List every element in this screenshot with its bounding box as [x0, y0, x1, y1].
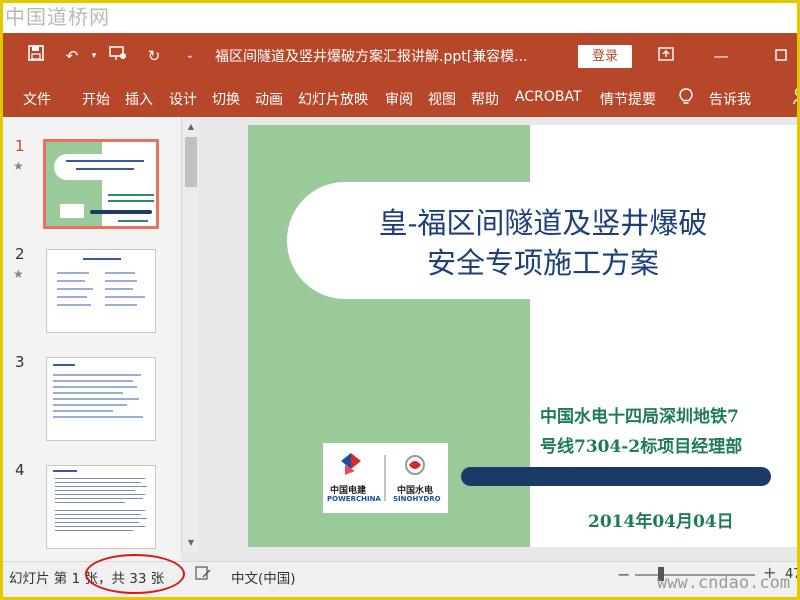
- customize-toolbar-icon[interactable]: ⌄: [179, 45, 201, 67]
- tab-home[interactable]: 开始: [82, 89, 110, 109]
- current-slide[interactable]: 皇-福区间隧道及竖井爆破 安全专项施工方案 中国水电十四局深圳地铁7 号线730…: [248, 125, 797, 547]
- slide-title-line2: 安全专项施工方案: [426, 246, 659, 280]
- slide-title-line1: 皇-福区间隧道及竖井爆破: [378, 206, 708, 240]
- tab-transitions[interactable]: 切换: [212, 89, 240, 109]
- thumbnail-number: 3: [15, 353, 25, 371]
- slide-org-line2: 号线7304-2标项目经理部: [540, 437, 743, 457]
- thumbnail-number: 1: [15, 137, 25, 155]
- thumbnail-slide-1[interactable]: [43, 139, 159, 229]
- scroll-up-icon[interactable]: ▲: [182, 119, 200, 135]
- tab-animations[interactable]: 动画: [255, 89, 283, 109]
- thumbnail-number: 4: [15, 461, 25, 479]
- slide-decorative-bar: [461, 467, 771, 486]
- undo-dropdown-icon[interactable]: ▾: [83, 45, 105, 67]
- company-logo: 中国电建 POWERCHINA 中国水电 SINOHYDRO: [323, 443, 448, 513]
- slide-date: 2014年04月04日: [588, 512, 734, 532]
- tab-view[interactable]: 视图: [428, 89, 456, 109]
- slideshow-start-icon[interactable]: [107, 45, 129, 67]
- ribbon-tabs: 文件 开始 插入 设计 切换 动画 幻灯片放映 审阅 视图 帮助 ACROBAT…: [3, 79, 797, 117]
- logo-right-en: SINOHYDRO: [393, 495, 441, 503]
- slide-org-line1: 中国水电十四局深圳地铁7: [540, 407, 739, 427]
- scroll-down-icon[interactable]: ▼: [182, 535, 200, 551]
- scrollbar-thumb[interactable]: [185, 137, 197, 187]
- tab-slideshow[interactable]: 幻灯片放映: [298, 89, 368, 109]
- thumbnail-slide-4[interactable]: [46, 465, 156, 549]
- thumbnail-number: 2: [15, 245, 25, 263]
- tab-design[interactable]: 设计: [169, 89, 197, 109]
- undo-icon[interactable]: ↶: [61, 45, 83, 67]
- zoom-out-icon[interactable]: −: [617, 565, 630, 584]
- person-icon[interactable]: [793, 87, 797, 109]
- redo-icon[interactable]: ↻: [143, 45, 165, 67]
- tab-acrobat[interactable]: ACROBAT: [515, 89, 582, 105]
- lightbulb-icon[interactable]: [679, 88, 693, 110]
- animation-star-icon: ★: [13, 267, 24, 281]
- language-indicator[interactable]: 中文(中国): [231, 567, 296, 587]
- logo-left-en: POWERCHINA: [327, 495, 381, 503]
- tab-insert[interactable]: 插入: [125, 89, 153, 109]
- ribbon-display-options-icon[interactable]: [654, 44, 678, 68]
- slide-thumbnails-pane: 1 ★ 2 ★ 3 4: [3, 117, 181, 561]
- animation-star-icon: ★: [13, 159, 24, 173]
- highlight-circle: [85, 554, 185, 594]
- thumbnail-slide-2[interactable]: [46, 249, 156, 333]
- window-title: 福区间隧道及竖井爆破方案汇报讲解.ppt[兼容模...: [215, 49, 528, 65]
- workspace: 1 ★ 2 ★ 3 4 ▲ ▼ 皇-福区间隧道及竖井爆破 安全专项施工方案 中国…: [3, 117, 797, 561]
- watermark-bottom: www.cndao.com: [657, 573, 791, 593]
- tab-file[interactable]: 文件: [23, 89, 51, 109]
- watermark-top: 中国道桥网: [5, 5, 110, 29]
- tab-help[interactable]: 帮助: [471, 89, 499, 109]
- thumbnail-scrollbar[interactable]: ▲ ▼: [181, 117, 199, 553]
- tab-review[interactable]: 审阅: [385, 89, 413, 109]
- slide-organization: 中国水电十四局深圳地铁7 号线7304-2标项目经理部: [540, 402, 797, 462]
- title-bar: ↶ ▾ ↻ ⌄ 福区间隧道及竖井爆破方案汇报讲解.ppt[兼容模... 登录 —: [3, 33, 797, 79]
- window-frame: 中国道桥网 ↶ ▾ ↻ ⌄ 福区间隧道及竖井爆破方案汇报讲解.ppt[兼容模..…: [0, 0, 800, 600]
- login-button[interactable]: 登录: [578, 45, 632, 68]
- notes-edit-icon[interactable]: [195, 565, 211, 585]
- slide-title: 皇-福区间隧道及竖井爆破 安全专项施工方案: [308, 203, 778, 283]
- tab-storyboard[interactable]: 情节提要: [600, 89, 656, 109]
- thumbnail-slide-3[interactable]: [46, 357, 156, 441]
- maximize-icon[interactable]: [769, 44, 793, 68]
- minimize-icon[interactable]: —: [709, 44, 733, 68]
- save-icon[interactable]: [25, 45, 47, 67]
- tell-me-search[interactable]: 告诉我: [709, 89, 751, 109]
